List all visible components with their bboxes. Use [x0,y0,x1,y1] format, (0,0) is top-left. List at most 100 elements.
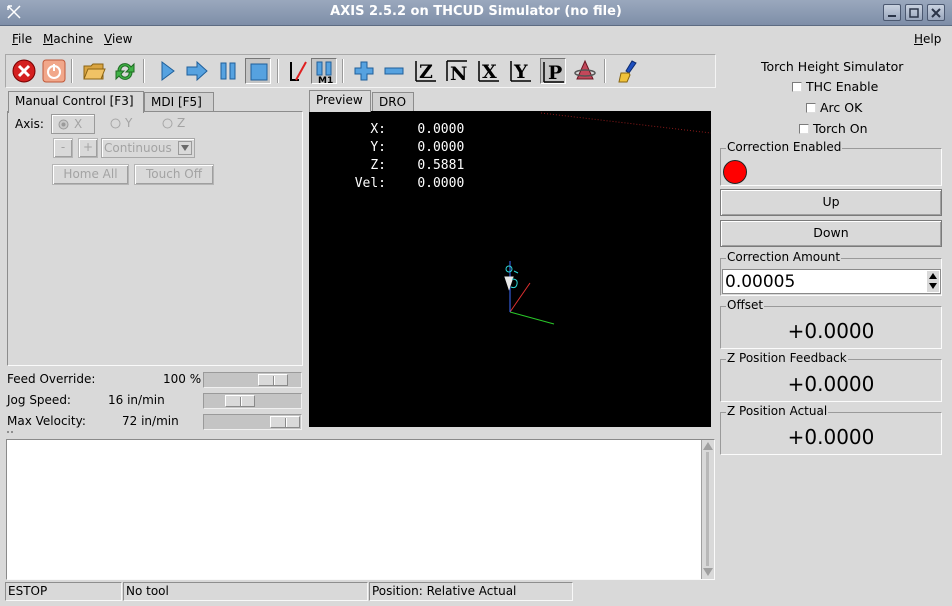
axis-label: Axis: [15,117,44,131]
down-button[interactable]: Down [720,220,942,247]
torch-on-checkbox[interactable] [799,124,809,134]
view-perspective-button[interactable]: P [540,58,566,84]
log-scrollbar[interactable] [701,440,714,579]
pane-resize-handle[interactable] [6,430,18,438]
tab-mdi[interactable]: MDI [F5] [144,92,214,112]
view-z-button[interactable]: Z [413,58,439,84]
scroll-down-icon[interactable] [703,568,713,576]
jog-speed-label: Jog Speed: [7,393,71,407]
view-y-icon: Y [510,61,531,83]
max-velocity-value: 72 in/min [122,414,179,428]
stop-button[interactable] [245,58,271,84]
svg-text:M1: M1 [318,76,333,84]
reload-button[interactable] [112,58,138,84]
menu-help[interactable]: Help [914,32,941,46]
max-velocity-slider[interactable] [203,414,302,430]
stop-icon [250,63,268,81]
menu-view[interactable]: View [104,32,132,46]
arc-ok-label: Arc OK [820,100,863,115]
view-x-icon: X [478,61,499,83]
max-velocity-label: Max Velocity: [7,414,86,428]
run-icon [161,61,175,81]
view-perspective-icon: P [543,62,564,84]
zoom-out-button[interactable] [381,58,407,84]
status-position: Position: Relative Actual [369,582,573,601]
feed-override-slider[interactable] [203,372,302,388]
power-button[interactable] [41,58,67,84]
spin-up-icon[interactable] [929,273,937,279]
view-z-rotated-icon: N [446,60,467,83]
menu-machine[interactable]: Machine [43,32,93,46]
zoom-in-button[interactable] [351,58,377,84]
optional-stop-button[interactable]: M1 [311,58,337,84]
svg-text:Y: Y [513,61,528,83]
maximize-icon [909,8,919,18]
correction-amount-label: Correction Amount [726,250,842,264]
torch-on-label: Torch On [813,121,868,136]
spin-arrows[interactable] [927,271,939,292]
toolbar-separator [143,59,145,83]
tab-preview[interactable]: Preview [309,90,371,112]
close-button[interactable] [927,4,945,21]
view-z-rotated-button[interactable]: N [444,58,470,84]
run-button[interactable] [154,58,180,84]
backplot-graphics [504,112,711,325]
home-all-button[interactable]: Home All [52,164,129,185]
z-position-feedback-value: +0.0000 [787,372,875,396]
status-tool: No tool [123,582,368,601]
axis-x-radio[interactable]: X [51,114,95,134]
radio-selected-icon [58,119,69,130]
correction-amount-spinbox[interactable]: 0.00005 [722,269,941,294]
thc-enable-checkbox[interactable] [792,82,802,92]
clear-backplot-button[interactable] [616,58,642,84]
scroll-up-icon[interactable] [703,442,713,450]
menu-bar: File Machine View Help [0,27,952,52]
up-button[interactable]: Up [720,189,942,216]
tab-dro[interactable]: DRO [372,92,414,112]
maximize-button[interactable] [905,4,923,21]
jog-mode-select[interactable]: Continuous [101,138,195,158]
open-file-button[interactable] [81,58,107,84]
scrollbar-trough [706,452,709,566]
jog-speed-value: 16 in/min [108,393,165,407]
jog-speed-slider[interactable] [203,393,302,409]
rotate-view-button[interactable] [572,58,598,84]
slider-thumb[interactable] [224,395,255,407]
svg-text:X: X [482,61,497,83]
close-icon [931,8,941,18]
correction-enabled-group: Correction Enabled [720,140,942,186]
optional-block-delete-button[interactable] [286,58,312,84]
arc-ok-checkbox[interactable] [806,103,816,113]
menu-file[interactable]: File [12,32,32,46]
svg-text:Z: Z [419,61,433,83]
correction-amount-value: 0.00005 [725,272,796,292]
preview-canvas[interactable]: X: 0.0000 Y: 0.0000 Z: 0.5881 Vel: 0.0000 [309,111,711,427]
slider-thumb[interactable] [270,416,300,428]
jog-plus-button[interactable]: + [78,138,98,158]
power-icon [42,59,66,83]
log-text-area[interactable] [6,439,715,580]
view-y-button[interactable]: Y [508,58,534,84]
correction-amount-group: Correction Amount 0.00005 [720,250,942,296]
tab-manual-control[interactable]: Manual Control [F3] [8,91,144,113]
radio-icon [110,118,121,129]
view-x-button[interactable]: X [476,58,502,84]
touch-off-button[interactable]: Touch Off [134,164,214,185]
dropdown-button[interactable] [178,141,192,155]
minimize-button[interactable] [883,4,901,21]
pause-button[interactable] [215,58,241,84]
axis-y-radio[interactable]: Y [110,116,150,134]
slider-thumb[interactable] [258,374,289,386]
z-position-feedback-label: Z Position Feedback [726,351,848,365]
spin-down-icon[interactable] [929,283,937,289]
toolbar-separator [71,59,73,83]
axis-z-radio[interactable]: Z [162,116,202,134]
svg-text:N: N [450,63,467,83]
correction-enabled-label: Correction Enabled [726,140,843,154]
jog-minus-button[interactable]: - [53,138,73,158]
manual-control-panel: Axis: X Y Z - + Continuous Home All Touc… [7,111,303,366]
estop-button[interactable] [11,58,37,84]
clear-backplot-icon [618,60,637,83]
zoom-in-icon [354,61,374,81]
step-button[interactable] [184,58,210,84]
